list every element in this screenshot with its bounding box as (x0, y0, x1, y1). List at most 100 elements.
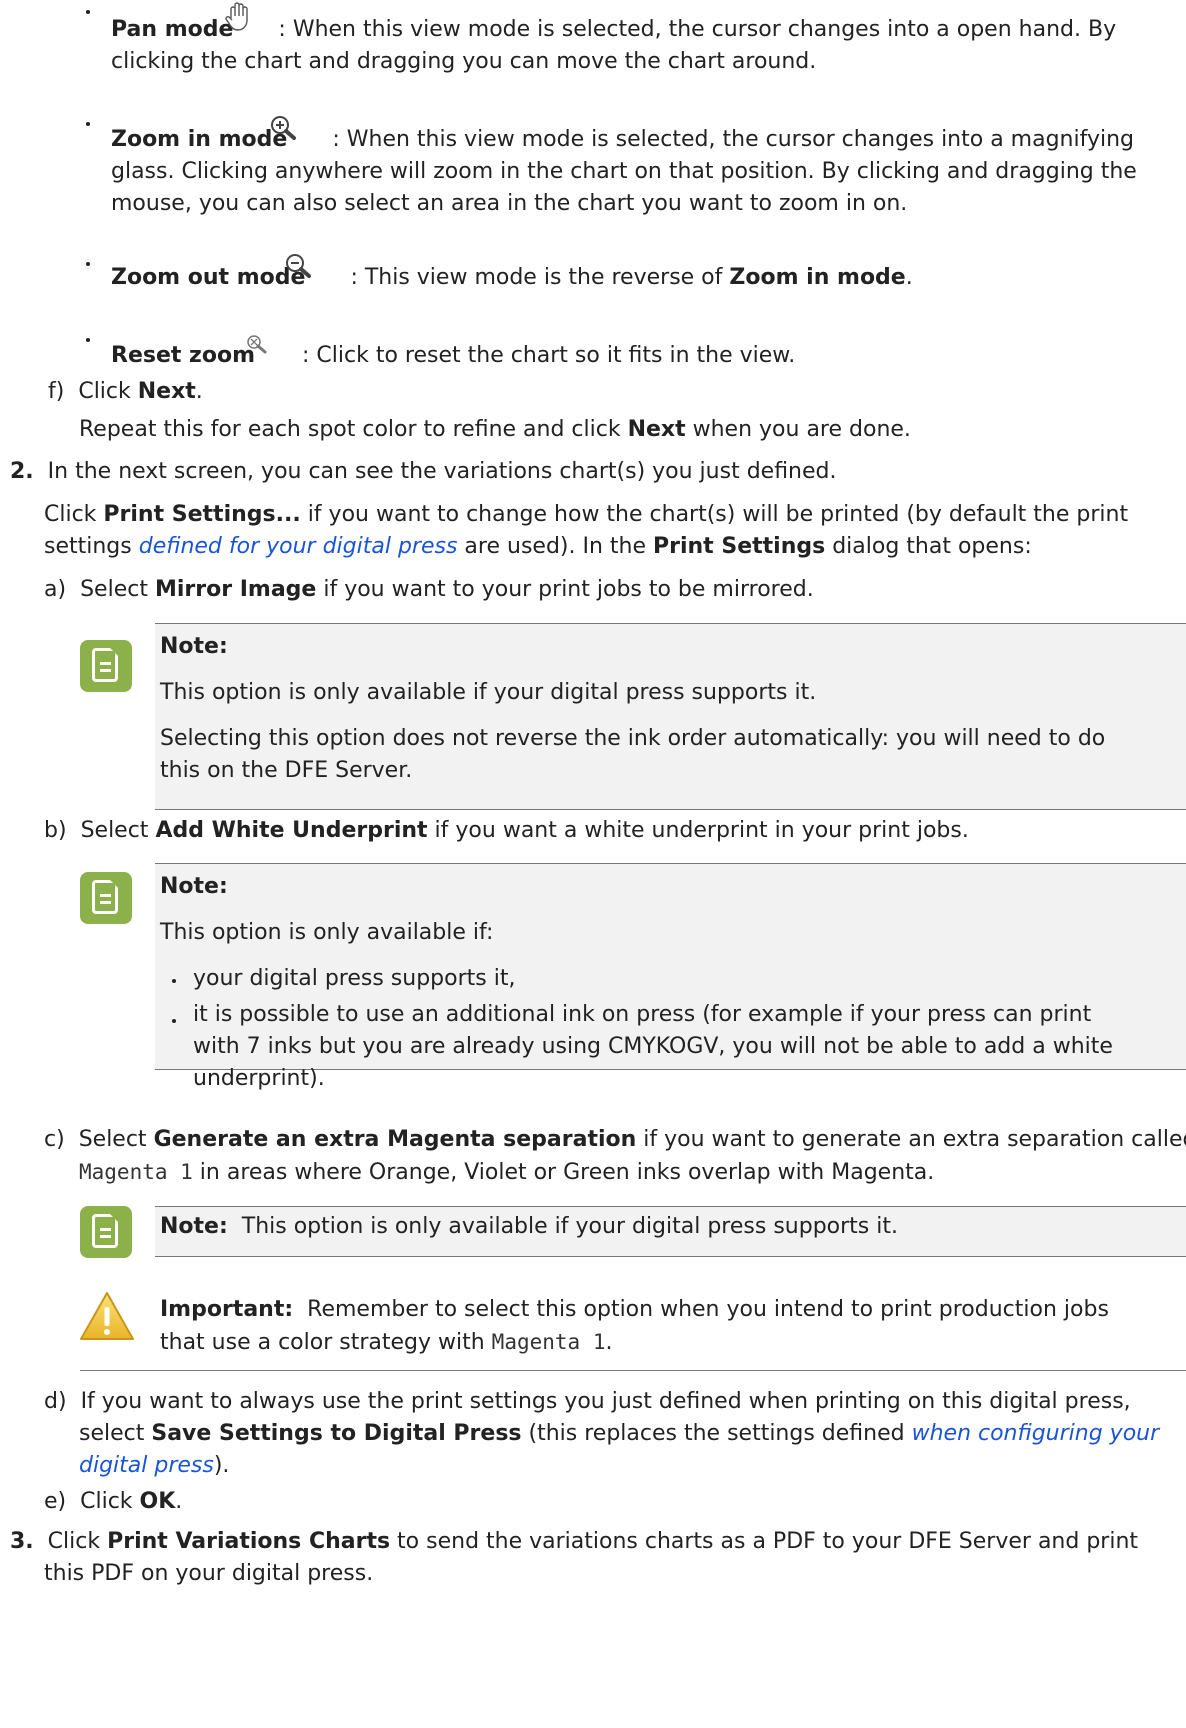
step-c-cont: Magenta 1 in areas where Orange, Violet … (79, 1156, 934, 1189)
reset-zoom-label: Reset zoom (111, 343, 256, 368)
zoom-in-mode-ref: Zoom in mode (729, 265, 906, 290)
important-line-1: Important: Remember to select this optio… (160, 1294, 1109, 1326)
step-b: b) Select Add White Underprint if you wa… (44, 815, 969, 847)
punct: ). (213, 1453, 230, 1478)
configuring-press-link[interactable]: digital press (79, 1453, 214, 1478)
configuring-press-link[interactable]: when configuring your (912, 1421, 1160, 1446)
save-settings-ref: Save Settings to Digital Press (151, 1421, 522, 1446)
step-2-number: 2. (10, 459, 34, 484)
zoom-out-icon (286, 254, 311, 278)
note-list-item: it is possible to use an additional ink … (193, 1002, 1092, 1027)
pan-mode-text-2: clicking the chart and dragging you can … (111, 49, 817, 74)
next-ref: Next (627, 417, 686, 442)
zoom-in-mode-item: Zoom in mode : When this view mode is se… (111, 124, 1134, 156)
text: in areas where Orange, Violet or Green i… (192, 1160, 935, 1185)
text: If you want to always use the print sett… (80, 1389, 1131, 1414)
note-text: This option is only available if: (160, 920, 494, 945)
pan-mode-text: : When this view mode is selected, the c… (278, 17, 1117, 42)
punct: . (195, 379, 203, 404)
note-list-item: your digital press supports it, (193, 966, 516, 991)
step-d-cont-2: digital press). (79, 1450, 229, 1482)
pan-mode-label: Pan mode (111, 17, 234, 42)
bullet (172, 1019, 176, 1023)
zoom-in-icon (271, 116, 296, 140)
step-e: e) Click OK. (44, 1486, 182, 1518)
code-magenta-1: Magenta 1 (79, 1160, 193, 1184)
zoom-in-mode-text: : When this view mode is selected, the c… (332, 127, 1135, 152)
reset-zoom-text: : Click to reset the chart so it fits in… (302, 343, 796, 368)
note-icon (80, 872, 132, 924)
mirror-image-ref: Mirror Image (154, 577, 317, 602)
text: if you want a white underprint in your p… (427, 818, 969, 843)
important-divider (80, 1370, 1186, 1371)
bullet (172, 979, 176, 983)
zoom-in-mode-text-3: mouse, you can also select an area in th… (111, 191, 908, 216)
ok-ref: OK (139, 1489, 176, 1514)
step-c: c) Select Generate an extra Magenta sepa… (44, 1124, 1186, 1156)
step-2-para-1: Click Print Settings... if you want to c… (44, 499, 1128, 531)
text: (this replaces the settings defined (521, 1421, 912, 1446)
print-settings-ref: Print Settings... (103, 502, 301, 527)
code-magenta-1: Magenta 1 (491, 1330, 606, 1354)
step-f-label: f) (48, 379, 65, 404)
note-title: Note: (160, 874, 228, 899)
note-icon (80, 1206, 132, 1258)
extra-magenta-ref: Generate an extra Magenta separation (153, 1127, 637, 1152)
bullet (86, 10, 90, 14)
note-text: This option is only available if your di… (241, 1214, 898, 1239)
note-text: Selecting this option does not reverse t… (160, 726, 1106, 751)
text: Click (44, 502, 104, 527)
text: Select (78, 1127, 154, 1152)
step-d: d) If you want to always use the print s… (44, 1386, 1131, 1418)
important-line-2: that use a color strategy with Magenta 1… (160, 1326, 612, 1359)
text: Select (80, 818, 156, 843)
step-f-repeat: Repeat this for each spot color to refin… (79, 414, 911, 446)
step-2-text: In the next screen, you can see the vari… (47, 459, 837, 484)
step-3-number: 3. (10, 1529, 34, 1554)
punct: . (605, 1330, 613, 1355)
zoom-out-mode-label: Zoom out mode (111, 265, 306, 290)
bullet (86, 262, 90, 266)
zoom-out-mode-item: Zoom out mode : This view mode is the re… (111, 262, 913, 294)
step-b-label: b) (44, 818, 67, 843)
repeat-text: Repeat this for each spot color to refin… (79, 417, 628, 442)
digital-press-link[interactable]: defined for your digital press (139, 534, 458, 559)
step-a-label: a) (44, 577, 67, 602)
important-title: Important: (160, 1297, 294, 1322)
text: if you want to your print jobs to be mir… (316, 577, 814, 602)
step-3: 3. Click Print Variations Charts to send… (10, 1526, 1138, 1558)
step-d-label: d) (44, 1389, 67, 1414)
step-d-cont: select Save Settings to Digital Press (t… (79, 1418, 1159, 1450)
important-text: Remember to select this option when you … (307, 1297, 1109, 1322)
punct: . (905, 265, 913, 290)
step-2: 2. In the next screen, you can see the v… (10, 456, 837, 488)
next-ref: Next (137, 379, 196, 404)
note-title: Note: (160, 1214, 228, 1239)
note-inline: Note: This option is only available if y… (160, 1211, 898, 1243)
note-text: this on the DFE Server. (160, 758, 413, 783)
text: if you want to generate an extra separat… (636, 1127, 1186, 1152)
text: Select (80, 577, 155, 602)
step-c-label: c) (44, 1127, 65, 1152)
open-hand-icon (225, 2, 248, 31)
pan-mode-item: Pan mode : When this view mode is select… (111, 14, 1116, 46)
note-icon (80, 640, 132, 692)
zoom-out-mode-text: : This view mode is the reverse of (350, 265, 730, 290)
step-2-para-2: settings defined for your digital press … (44, 531, 1032, 563)
print-settings-ref: Print Settings (653, 534, 826, 559)
text: settings (44, 534, 139, 559)
step-f: f) Click Next. (48, 376, 203, 408)
bullet (86, 338, 90, 342)
zoom-in-mode-text-2: glass. Clicking anywhere will zoom in th… (111, 159, 1137, 184)
warning-icon (80, 1292, 134, 1340)
add-white-underprint-ref: Add White Underprint (155, 818, 428, 843)
bullet (86, 122, 90, 126)
note-list-item: with 7 inks but you are already using CM… (193, 1034, 1113, 1059)
print-variations-charts-ref: Print Variations Charts (107, 1529, 391, 1554)
step-e-label: e) (44, 1489, 67, 1514)
text: to send the variations charts as a PDF t… (390, 1529, 1139, 1554)
note-title: Note: (160, 634, 228, 659)
text: Click (47, 1529, 108, 1554)
text: are used). In the (457, 534, 653, 559)
step-3-cont: this PDF on your digital press. (44, 1561, 374, 1586)
